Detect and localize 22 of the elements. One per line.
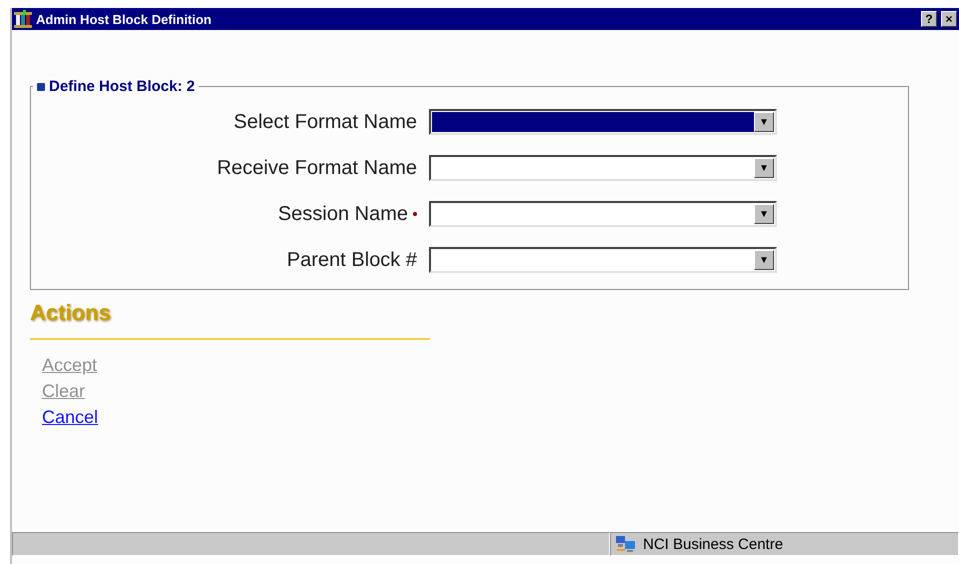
status-text: NCI Business Centre: [643, 536, 784, 552]
field-label: Select Format Name: [234, 110, 417, 134]
dropdown-button[interactable]: ▼: [754, 158, 774, 178]
dropdown-field[interactable]: ▼: [429, 247, 777, 273]
dropdown-button[interactable]: ▼: [754, 250, 774, 270]
field-label: Session Name: [278, 202, 408, 226]
dropdown-button[interactable]: ▼: [754, 204, 774, 224]
dropdown-field[interactable]: ▼: [429, 155, 777, 181]
section-heading: Actions: [30, 300, 112, 326]
bullet-icon: [37, 82, 45, 90]
help-button[interactable]: ?: [921, 11, 937, 27]
network-computers-icon: [615, 535, 637, 553]
app-icon: [14, 10, 32, 28]
action-link[interactable]: Cancel: [42, 404, 98, 430]
close-button[interactable]: ×: [941, 11, 957, 27]
dropdown-field[interactable]: ▼: [429, 109, 777, 135]
field-label: Parent Block #: [286, 248, 417, 272]
field-label: Receive Format Name: [216, 156, 417, 180]
dropdown-button[interactable]: ▼: [754, 112, 774, 132]
dropdown-field[interactable]: ▼: [429, 201, 777, 227]
group-title: Define Host Block: 2: [49, 78, 195, 95]
window-title: Admin Host Block Definition: [36, 12, 212, 26]
